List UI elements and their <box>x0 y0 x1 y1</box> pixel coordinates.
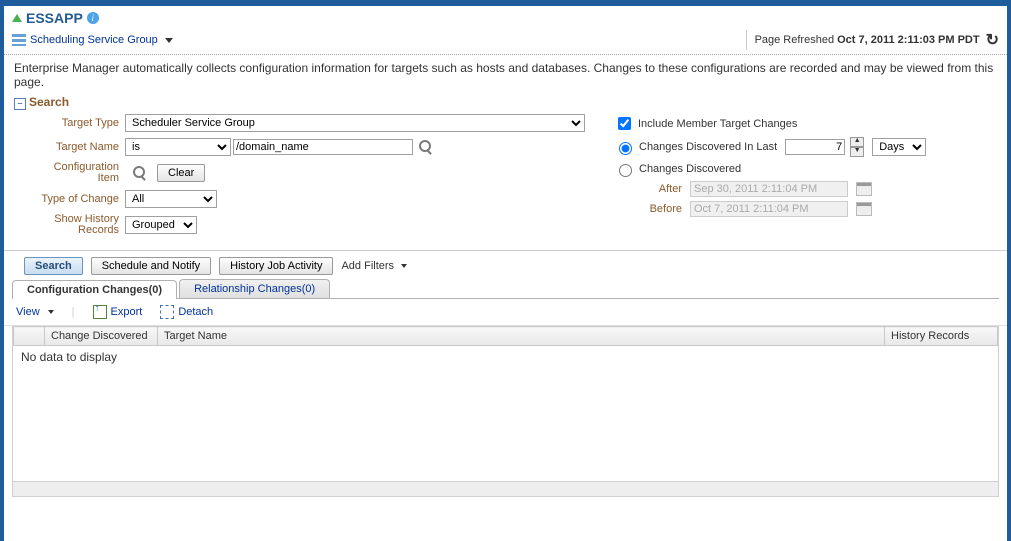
no-data-message: No data to display <box>13 346 998 368</box>
config-item-search-icon[interactable] <box>133 166 147 180</box>
tab-config-changes[interactable]: Configuration Changes(0) <box>12 280 177 299</box>
results-table: Change Discovered Target Name History Re… <box>13 326 998 346</box>
clear-button[interactable]: Clear <box>157 164 205 182</box>
export-button[interactable]: Export <box>93 305 143 319</box>
include-member-checkbox[interactable] <box>618 117 631 130</box>
search-button[interactable]: Search <box>24 257 83 275</box>
search-title: Search <box>29 95 69 109</box>
detach-button[interactable]: Detach <box>160 305 213 319</box>
page-refreshed-time: Oct 7, 2011 2:11:03 PM PDT <box>837 34 979 46</box>
before-label: Before <box>638 203 682 215</box>
target-type-select[interactable]: Scheduler Service Group <box>125 114 585 132</box>
after-label: After <box>638 183 682 195</box>
export-label: Export <box>111 306 143 318</box>
search-icon[interactable] <box>419 140 433 154</box>
chevron-down-icon <box>165 38 173 43</box>
config-item-label: Configuration Item <box>34 162 125 184</box>
add-filters-label: Add Filters <box>341 260 394 272</box>
show-history-label: Show History Records <box>34 214 125 236</box>
export-icon <box>93 305 107 319</box>
page-refreshed-label: Page Refreshed <box>755 34 835 46</box>
type-of-change-select[interactable]: All <box>125 190 217 208</box>
target-name-op-select[interactable]: is <box>125 138 231 156</box>
detach-icon <box>160 305 174 319</box>
col-change-discovered[interactable]: Change Discovered <box>45 327 158 346</box>
discovered-last-radio[interactable] <box>619 142 632 155</box>
breadcrumb-label: Scheduling Service Group <box>30 34 158 46</box>
schedule-button[interactable]: Schedule and Notify <box>91 257 211 275</box>
group-icon <box>12 34 26 46</box>
collapse-icon[interactable]: – <box>14 98 26 110</box>
show-history-select[interactable]: Grouped <box>125 216 197 234</box>
chevron-down-icon <box>48 310 54 314</box>
breadcrumb-menu[interactable]: Scheduling Service Group <box>30 34 173 46</box>
app-title: ESSAPP <box>26 10 83 26</box>
add-filters-menu[interactable]: Add Filters <box>341 260 407 272</box>
col-target-name[interactable]: Target Name <box>158 327 885 346</box>
discovered-last-value[interactable] <box>785 139 845 155</box>
tab-relationship-changes[interactable]: Relationship Changes(0) <box>179 279 330 298</box>
step-up-icon[interactable]: ▲ <box>850 137 864 147</box>
calendar-icon[interactable] <box>856 202 872 216</box>
grid-footer <box>13 481 998 496</box>
discovered-last-label: Changes Discovered In Last <box>639 141 777 153</box>
step-down-icon[interactable]: ▼ <box>850 147 864 157</box>
refresh-icon[interactable]: ↻ <box>986 30 999 50</box>
status-up-icon <box>12 14 22 22</box>
target-name-label: Target Name <box>34 141 125 153</box>
before-value: Oct 7, 2011 2:11:04 PM <box>690 201 848 217</box>
detach-label: Detach <box>178 306 213 318</box>
view-label: View <box>16 306 40 318</box>
discovered-label: Changes Discovered <box>639 163 741 175</box>
chevron-down-icon <box>401 264 407 268</box>
calendar-icon[interactable] <box>856 182 872 196</box>
col-selector[interactable] <box>14 327 45 346</box>
target-name-input[interactable] <box>233 139 413 155</box>
info-icon[interactable]: i <box>87 12 99 24</box>
intro-text: Enterprise Manager automatically collect… <box>4 55 1007 95</box>
discovered-last-unit[interactable]: Days <box>872 138 926 156</box>
view-menu[interactable]: View <box>16 306 54 318</box>
type-of-change-label: Type of Change <box>34 194 125 205</box>
table-header-row: Change Discovered Target Name History Re… <box>14 327 998 346</box>
after-value: Sep 30, 2011 2:11:04 PM <box>690 181 848 197</box>
target-type-label: Target Type <box>34 117 125 129</box>
history-button[interactable]: History Job Activity <box>219 257 333 275</box>
include-member-label: Include Member Target Changes <box>638 118 797 130</box>
stepper[interactable]: ▲▼ <box>850 137 864 157</box>
col-history-records[interactable]: History Records <box>885 327 998 346</box>
discovered-radio[interactable] <box>619 164 632 177</box>
